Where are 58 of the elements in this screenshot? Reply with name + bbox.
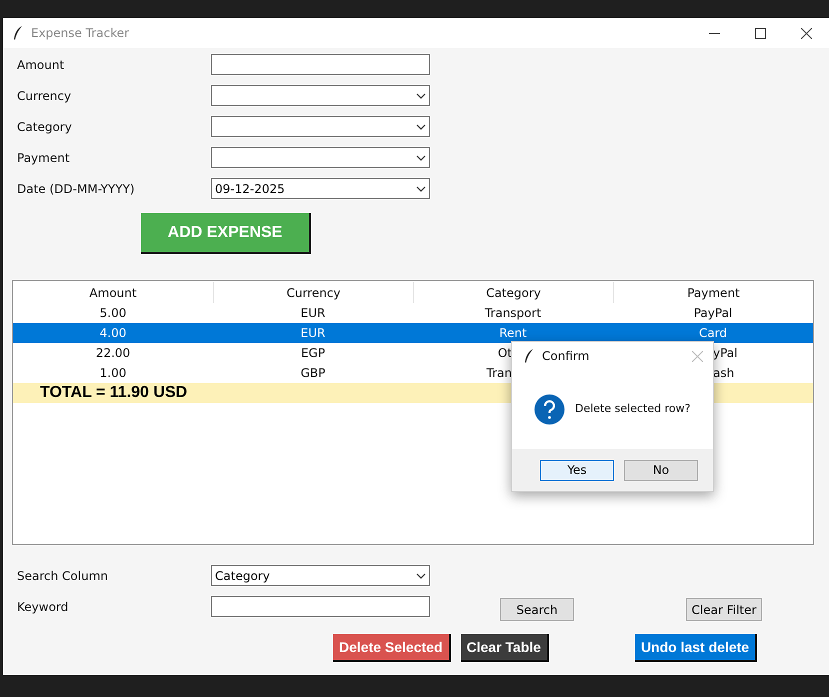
chevron-down-icon: [416, 124, 426, 130]
field-label: Search Column: [16, 568, 109, 584]
table-cell-text: Card: [698, 325, 728, 342]
table-cell-text: ash: [713, 365, 734, 382]
dropdown-field[interactable]: [211, 147, 430, 168]
field-label: Category: [16, 118, 73, 136]
action-button[interactable]: Undo last delete: [634, 634, 758, 662]
chevron-down-icon: [416, 92, 426, 98]
table-cell-text: yPal: [713, 345, 738, 362]
table-cell-text: Transport: [484, 305, 542, 322]
table-cell-text: EUR: [300, 305, 326, 322]
clear-filter-button[interactable]: Clear Filter: [686, 598, 762, 621]
close-icon: [800, 28, 812, 38]
field-label: Payment: [16, 150, 71, 166]
feather-icon: [13, 26, 23, 40]
table-cell-text: Rent: [499, 325, 527, 342]
chevron-down-icon: [416, 186, 426, 192]
table-cell-text: Ot: [498, 345, 512, 362]
table-cell-text: GBP: [300, 365, 326, 382]
dropdown-field[interactable]: 09-12-2025: [211, 178, 430, 199]
table-cell-text: EUR: [300, 325, 326, 342]
chevron-down-icon: [416, 572, 426, 578]
input-field[interactable]: [211, 596, 430, 617]
table-cell-text: EGP: [300, 345, 326, 362]
dropdown-field[interactable]: Category: [211, 565, 430, 586]
chevron-down-icon: [416, 154, 426, 160]
table-cell-text: 1.00: [100, 365, 126, 382]
column-header[interactable]: Category: [413, 282, 613, 303]
table-cell-text: 5.00: [100, 305, 126, 322]
column-header[interactable]: Currency: [213, 282, 413, 303]
window-title: Expense Tracker: [31, 25, 130, 42]
close-icon: [692, 350, 702, 362]
input-field[interactable]: [211, 54, 430, 75]
dialog-button[interactable]: Yes: [540, 460, 614, 480]
dropdown-field[interactable]: [211, 85, 430, 106]
total-text: TOTAL = 11.90 USD: [40, 383, 188, 403]
minimize-icon: [708, 32, 720, 34]
action-button[interactable]: Clear Table: [460, 634, 549, 662]
table-cell-text: Tran: [486, 365, 512, 382]
dropdown-field[interactable]: [211, 116, 430, 137]
maximize-icon: [754, 28, 766, 38]
search-button[interactable]: Search: [500, 598, 574, 621]
table-cell-text: PayPal: [694, 305, 732, 322]
action-button[interactable]: Delete Selected: [333, 634, 450, 662]
selected-row-highlight[interactable]: 4.00 EUR Rent Card: [13, 323, 813, 343]
dialog-button[interactable]: No: [624, 460, 698, 480]
column-header[interactable]: Payment: [613, 282, 813, 303]
dialog-message: Delete selected row?: [575, 401, 690, 418]
field-label: Keyword: [16, 598, 70, 616]
table-cell-text: 4.00: [100, 325, 126, 342]
question-icon: [534, 394, 565, 425]
feather-icon: [524, 349, 534, 363]
field-label: Currency: [16, 88, 72, 104]
dialog-title: Confirm: [542, 348, 590, 365]
table-cell-text: 22.00: [96, 345, 130, 362]
field-label: Date (DD-MM-YYYY): [16, 180, 136, 198]
field-label: Amount: [16, 56, 66, 74]
column-header[interactable]: Amount: [13, 282, 213, 303]
